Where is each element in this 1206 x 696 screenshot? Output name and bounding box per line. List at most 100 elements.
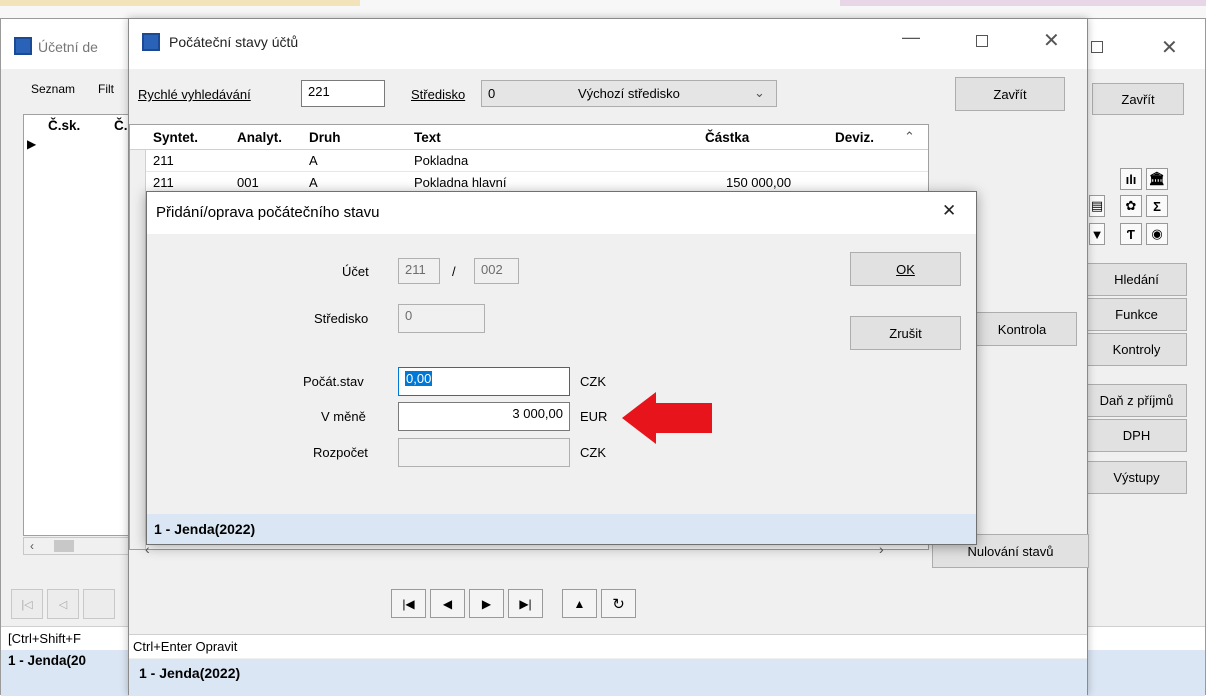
- cell-syntet: 211: [153, 175, 174, 190]
- cell-druh: A: [309, 153, 318, 168]
- scroll-up-icon[interactable]: ⌃: [904, 129, 915, 145]
- minimize-icon[interactable]: —: [902, 27, 920, 48]
- back-close-icon[interactable]: ✕: [1161, 35, 1178, 60]
- account-label: Účet: [342, 264, 369, 279]
- back-grid: Č.sk. Č. ▶: [23, 114, 133, 536]
- filter-icon[interactable]: ▼: [1089, 223, 1105, 245]
- table-row[interactable]: 211 A Pokladna: [146, 150, 928, 172]
- nav-first-button[interactable]: |◀: [391, 589, 426, 618]
- gear-icon[interactable]: ✿: [1120, 195, 1142, 217]
- checks-button[interactable]: Kontroly: [1086, 333, 1187, 366]
- col-deviz[interactable]: Deviz.: [835, 130, 874, 145]
- initial-balance-label: Počát.stav: [303, 374, 364, 389]
- bank-icon[interactable]: 🏛: [1146, 168, 1168, 190]
- main-close-button[interactable]: Zavřít: [955, 77, 1065, 111]
- annotation-arrow-icon: [622, 392, 712, 444]
- account-synt-field: 211: [398, 258, 440, 284]
- initial-balance-input[interactable]: 0,00: [398, 367, 570, 396]
- kontrola-button[interactable]: Kontrola: [967, 312, 1077, 346]
- back-window-title: Účetní de: [38, 39, 98, 55]
- scroll-left-icon[interactable]: ‹: [30, 539, 34, 553]
- center-label: Středisko: [411, 87, 466, 102]
- outputs-button[interactable]: Výstupy: [1086, 461, 1187, 494]
- cell-analyt: 001: [237, 175, 259, 190]
- cancel-button[interactable]: Zrušit: [850, 316, 961, 350]
- back-nav-prev[interactable]: ◁: [47, 589, 79, 619]
- foreign-amount-input[interactable]: 3 000,00: [398, 402, 570, 431]
- nav-prev-button[interactable]: ◀: [430, 589, 465, 618]
- nav-next-button[interactable]: ▶: [469, 589, 504, 618]
- dialog-status-bar: [147, 514, 976, 544]
- eye-icon[interactable]: ◉: [1146, 223, 1168, 245]
- cell-syntet: 211: [153, 153, 174, 168]
- center-select-code: 0: [488, 86, 496, 101]
- grid-row-indicator-column: [130, 150, 146, 549]
- tab-strip-accent-left: [0, 0, 360, 6]
- back-close-button[interactable]: Zavřít: [1092, 83, 1184, 115]
- back-shortcut-hint: [Ctrl+Shift+F: [8, 631, 81, 646]
- tab-strip-accent-right: [840, 0, 1206, 6]
- cell-druh: A: [309, 175, 318, 190]
- dialog-title: Přidání/oprava počátečního stavu: [156, 204, 380, 221]
- back-nav-first[interactable]: |◁: [11, 589, 43, 619]
- cell-castka: 150 000,00: [726, 175, 792, 190]
- cell-text: Pokladna hlavní: [414, 175, 507, 190]
- grid-header: Syntet. Analyt. Druh Text Částka Deviz. …: [130, 125, 928, 150]
- row-indicator-icon: ▶: [27, 137, 37, 151]
- budget-field: [398, 438, 570, 467]
- initial-currency: CZK: [580, 374, 606, 389]
- main-window-title: Počáteční stavy účtů: [169, 34, 299, 50]
- maximize-icon[interactable]: [976, 35, 988, 47]
- main-shortcut-bar: [129, 634, 1087, 658]
- account-separator: /: [452, 264, 456, 279]
- search-button[interactable]: Hledání: [1086, 263, 1187, 296]
- nav-up-button[interactable]: ▲: [562, 589, 597, 618]
- filter-clear-icon[interactable]: Ƭ: [1120, 223, 1142, 245]
- chevron-down-icon: ⌄: [754, 85, 765, 100]
- refresh-icon[interactable]: ↻: [601, 589, 636, 618]
- main-shortcut-hint: Ctrl+Enter Opravit: [133, 639, 238, 654]
- back-col-csk: Č.sk.: [48, 118, 81, 133]
- back-window-app-icon: [14, 37, 32, 55]
- budget-label: Rozpočet: [313, 445, 368, 460]
- initial-balance-value: 0,00: [405, 371, 433, 386]
- center-select[interactable]: 0 Výchozí středisko ⌄: [481, 80, 777, 107]
- main-status-bar: [129, 659, 1087, 696]
- document-icon[interactable]: ▤: [1089, 195, 1105, 217]
- edit-dialog: Přidání/oprava počátečního stavu ✕ Účet …: [146, 191, 977, 545]
- foreign-amount-label: V měně: [321, 409, 366, 424]
- back-tab-filtr[interactable]: Filt: [98, 82, 114, 96]
- main-window-app-icon: [142, 33, 160, 51]
- main-close-icon[interactable]: ✕: [1043, 28, 1060, 53]
- dialog-close-icon[interactable]: ✕: [942, 201, 956, 221]
- back-nav-next[interactable]: [83, 589, 115, 619]
- nav-last-button[interactable]: ▶|: [508, 589, 543, 618]
- scroll-thumb[interactable]: [54, 540, 74, 552]
- back-hscroll[interactable]: ‹: [23, 537, 133, 555]
- col-syntet[interactable]: Syntet.: [153, 130, 198, 145]
- chart-icon[interactable]: ılı: [1120, 168, 1142, 190]
- quick-search-input[interactable]: 221: [301, 80, 385, 107]
- sum-icon[interactable]: Σ: [1146, 195, 1168, 217]
- back-maximize-icon[interactable]: [1091, 41, 1103, 53]
- budget-currency: CZK: [580, 445, 606, 460]
- income-tax-button[interactable]: Daň z příjmů: [1086, 384, 1187, 417]
- col-castka[interactable]: Částka: [705, 130, 749, 145]
- back-col-c: Č.: [114, 118, 128, 133]
- top-tab-strip: [0, 0, 1206, 18]
- back-status-text: 1 - Jenda(20: [8, 653, 87, 668]
- main-status-text: 1 - Jenda(2022): [139, 665, 241, 681]
- col-analyt[interactable]: Analyt.: [237, 130, 282, 145]
- center-label: Středisko: [314, 311, 369, 326]
- dialog-status-text: 1 - Jenda(2022): [154, 521, 256, 537]
- back-tab-seznam[interactable]: Seznam: [31, 82, 75, 96]
- ok-button[interactable]: OK: [850, 252, 961, 286]
- center-field: 0: [398, 304, 485, 333]
- functions-button[interactable]: Funkce: [1086, 298, 1187, 331]
- vat-button[interactable]: DPH: [1086, 419, 1187, 452]
- center-select-name: Výchozí středisko: [578, 86, 680, 101]
- account-anal-field: 002: [474, 258, 519, 284]
- col-druh[interactable]: Druh: [309, 130, 341, 145]
- foreign-currency: EUR: [580, 409, 608, 424]
- col-text[interactable]: Text: [414, 130, 441, 145]
